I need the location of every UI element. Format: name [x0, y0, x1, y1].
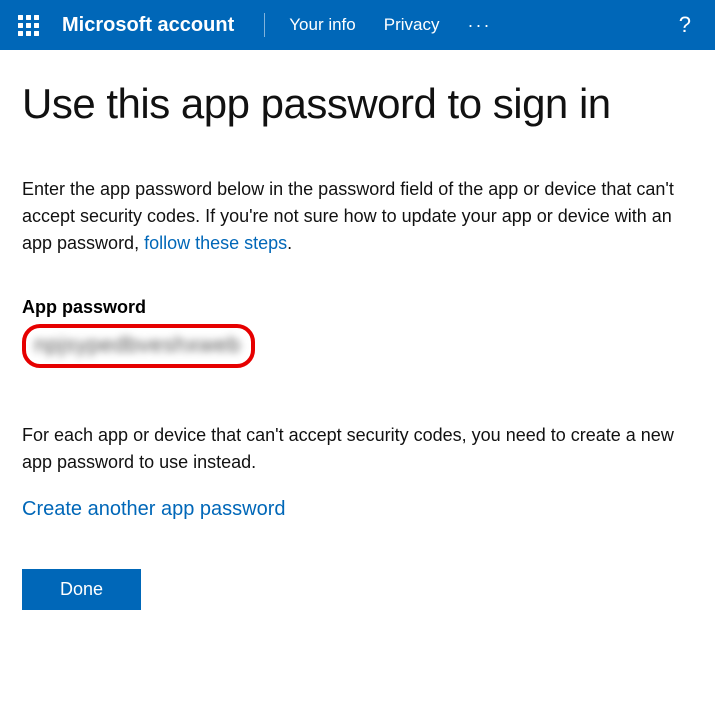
create-another-link[interactable]: Create another app password — [22, 498, 286, 521]
app-password-value[interactable]: npjsypedbveshxweb — [34, 332, 241, 358]
nav-your-info[interactable]: Your info — [275, 15, 369, 35]
intro-paragraph: Enter the app password below in the pass… — [22, 176, 693, 257]
intro-period: . — [287, 233, 292, 253]
app-password-highlight: npjsypedbveshxweb — [22, 324, 255, 368]
app-launcher-icon[interactable] — [12, 9, 44, 41]
main-content: Use this app password to sign in Enter t… — [0, 50, 715, 630]
more-icon[interactable]: ··· — [453, 15, 505, 36]
app-password-label: App password — [22, 297, 693, 318]
header-bar: Microsoft account Your info Privacy ··· … — [0, 0, 715, 50]
divider — [264, 13, 265, 37]
done-button[interactable]: Done — [22, 569, 141, 610]
brand-title[interactable]: Microsoft account — [62, 14, 234, 37]
secondary-paragraph: For each app or device that can't accept… — [22, 422, 693, 476]
intro-text: Enter the app password below in the pass… — [22, 179, 674, 253]
page-title: Use this app password to sign in — [22, 80, 693, 128]
nav-privacy[interactable]: Privacy — [370, 15, 454, 35]
follow-steps-link[interactable]: follow these steps — [144, 233, 287, 253]
help-icon[interactable]: ? — [667, 12, 703, 38]
